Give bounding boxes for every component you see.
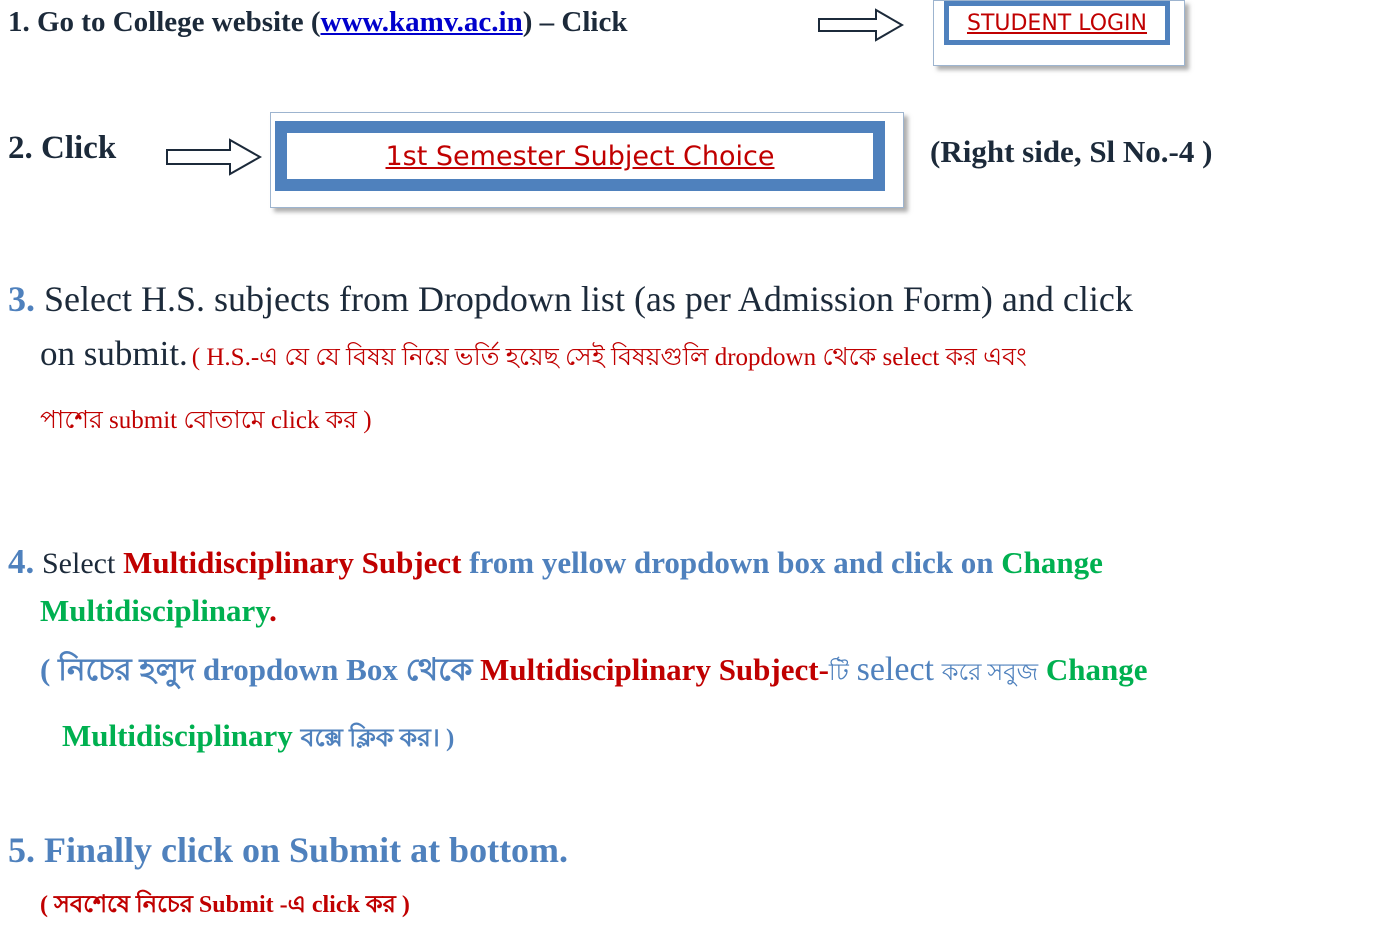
- step-2: 2. Click: [8, 130, 116, 167]
- student-login-box: STUDENT LOGIN: [933, 0, 1185, 66]
- step-3-text-1: Select H.S. subjects from Dropdown list …: [44, 279, 1133, 319]
- step-1-text-before: Go to College website (: [37, 6, 321, 38]
- step-4-multi: Multidisciplinary: [40, 593, 270, 628]
- step-4-bengali-line-2: Multidisciplinary বক্সে ক্লিক কর। ): [62, 718, 454, 761]
- step-4-line-1: 4. Select Multidisciplinary Subject from…: [8, 542, 1103, 582]
- step-5-bengali: ( সবশেষে নিচের Submit -এ click কর ): [40, 892, 410, 918]
- step-2-note: (Right side, Sl No.-4 ): [930, 134, 1213, 169]
- subject-choice-button[interactable]: 1st Semester Subject Choice: [275, 121, 885, 191]
- step-4-bn-select: select: [856, 651, 935, 688]
- step-4-bn-end: বক্সে ক্লিক কর। ): [300, 725, 455, 752]
- step-3-bengali-1: ( H.S.-এ যে যে বিষয় নিয়ে ভর্তি হয়েছ স…: [191, 344, 1027, 371]
- step-4-bn-ti: টি: [828, 660, 849, 686]
- step-4-period: .: [269, 593, 277, 628]
- step-4-mid: from yellow dropdown box and click on: [469, 545, 994, 580]
- step-3-line-1: 3. Select H.S. subjects from Dropdown li…: [8, 278, 1133, 320]
- step-1: 1. Go to College website (www.kamv.ac.in…: [8, 6, 627, 39]
- student-login-button[interactable]: STUDENT LOGIN: [944, 1, 1170, 45]
- step-1-number: 1.: [8, 6, 30, 38]
- step-5-text: Finally click on Submit at bottom.: [44, 830, 569, 870]
- subject-choice-box: 1st Semester Subject Choice: [270, 112, 904, 208]
- step-4-number: 4.: [8, 542, 35, 581]
- college-website-link[interactable]: www.kamv.ac.in: [321, 6, 523, 38]
- step-3-line-2: on submit. ( H.S.-এ যে যে বিষয় নিয়ে ভর…: [40, 334, 1027, 380]
- step-4-select: Select: [42, 547, 116, 580]
- step-1-text-after: ) – Click: [522, 6, 628, 38]
- step-3-number: 3.: [8, 279, 35, 319]
- step-3-bengali-2: পাশের submit বোতামে click কর ): [40, 407, 372, 434]
- right-arrow-icon: [166, 138, 262, 176]
- step-4-subject: Multidisciplinary Subject: [123, 545, 462, 580]
- step-4-bn-open: ( নিচের হলুদ dropdown Box থেকে: [40, 652, 473, 687]
- step-4-bn-change: Change: [1045, 652, 1148, 687]
- step-4-bn-subject: Multidisciplinary Subject-: [480, 652, 829, 687]
- right-arrow-icon: [818, 8, 904, 42]
- step-2-number: 2.: [8, 130, 33, 166]
- step-4-bn-multi: Multidisciplinary: [62, 718, 293, 753]
- step-4-line-2: Multidisciplinary.: [40, 593, 277, 629]
- step-4-bn-kore: করে সবুজ: [941, 660, 1039, 686]
- step-2-text: Click: [41, 130, 117, 166]
- step-3-text-2: on submit.: [40, 334, 188, 373]
- step-4-bengali-line-1: ( নিচের হলুদ dropdown Box থেকে Multidisc…: [40, 646, 1147, 698]
- step-5-number: 5.: [8, 830, 35, 870]
- step-4-change: Change: [1001, 545, 1103, 580]
- step-5-line: 5. Finally click on Submit at bottom.: [8, 829, 568, 871]
